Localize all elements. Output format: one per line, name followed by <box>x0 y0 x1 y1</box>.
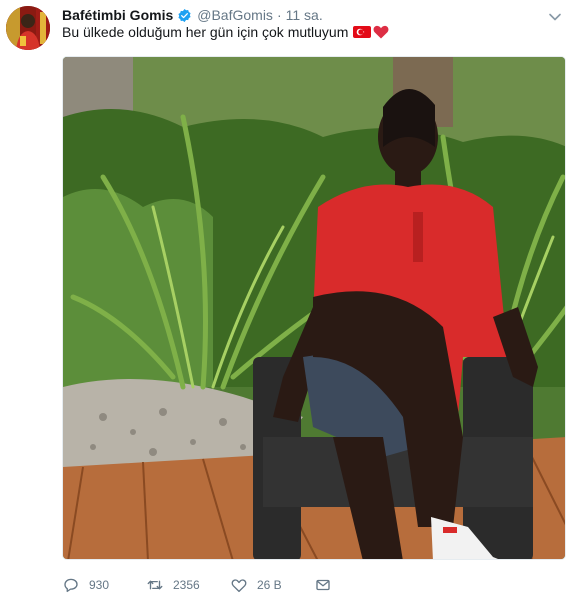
author-name[interactable]: Bafétimbi Gomis <box>62 7 173 23</box>
tweet-photo[interactable] <box>62 56 566 560</box>
author-handle[interactable]: @BafGomis <box>197 7 273 23</box>
reply-button[interactable]: 930 <box>62 576 146 594</box>
retweet-count: 2356 <box>173 578 200 592</box>
timestamp[interactable]: 11 sa. <box>286 7 323 23</box>
direct-message-button[interactable] <box>314 576 332 594</box>
reply-count: 930 <box>89 578 110 592</box>
tweet-text: Bu ülkede olduğum her gün için çok mutlu… <box>62 24 389 40</box>
tweet[interactable]: Bafétimbi Gomis @BafGomis · 11 sa. Bu ül… <box>0 0 576 600</box>
direct-message-icon <box>316 579 330 591</box>
red-heart-emoji <box>373 25 389 39</box>
tweet-header: Bafétimbi Gomis @BafGomis · 11 sa. <box>62 5 323 25</box>
photo-scene <box>63 57 565 559</box>
verified-badge-icon <box>178 8 191 22</box>
header-separator: · <box>276 7 282 23</box>
retweet-icon <box>147 580 163 590</box>
retweet-button[interactable]: 2356 <box>146 576 230 594</box>
reply-icon <box>64 578 78 593</box>
like-icon <box>231 579 247 593</box>
tweet-actions: 930 2356 26 B <box>62 575 332 595</box>
turkey-flag-emoji <box>353 26 372 38</box>
like-count: 26 B <box>257 578 282 592</box>
tweet-text-content: Bu ülkede olduğum her gün için çok mutlu… <box>62 24 349 40</box>
chevron-down-icon[interactable] <box>548 10 562 24</box>
like-button[interactable]: 26 B <box>230 576 314 594</box>
avatar[interactable] <box>6 6 50 50</box>
